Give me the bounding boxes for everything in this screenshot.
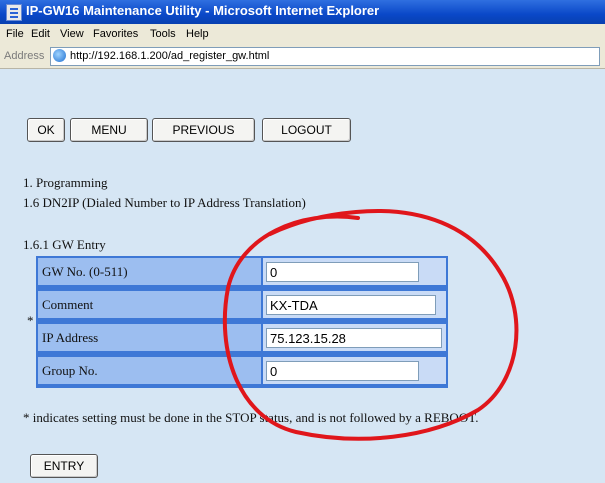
menu-favorites[interactable]: Favorites — [93, 28, 138, 40]
page-content: OK MENU PREVIOUS LOGOUT 1. Programming 1… — [0, 69, 605, 483]
table-row: GW No. (0-511) — [36, 256, 448, 287]
menu-file[interactable]: File — [6, 28, 24, 40]
gw-entry-table: GW No. (0-511) Comment IP Address Group … — [36, 256, 448, 388]
menu-bar: File Edit View Favorites Tools Help — [0, 24, 605, 46]
window-title: IP-GW16 Maintenance Utility - Microsoft … — [26, 3, 380, 18]
entry-button[interactable]: ENTRY — [30, 454, 98, 478]
gw-no-label: GW No. (0-511) — [38, 258, 261, 285]
section-title: 1.6.1 GW Entry — [23, 237, 106, 252]
stop-status-note: * indicates setting must be done in the … — [23, 410, 479, 425]
address-url[interactable]: http://192.168.1.200/ad_register_gw.html — [70, 50, 269, 62]
menu-view[interactable]: View — [60, 28, 84, 40]
ip-address-field[interactable] — [266, 328, 442, 348]
comment-label: Comment — [38, 291, 261, 318]
menu-edit[interactable]: Edit — [31, 28, 50, 40]
previous-button[interactable]: PREVIOUS — [152, 118, 255, 142]
address-input[interactable]: http://192.168.1.200/ad_register_gw.html — [50, 47, 600, 66]
required-marker: * — [27, 313, 34, 328]
group-no-label: Group No. — [38, 357, 261, 384]
gw-no-field[interactable] — [266, 262, 419, 282]
table-row: IP Address — [36, 322, 448, 353]
address-bar: Address http://192.168.1.200/ad_register… — [0, 45, 605, 69]
page-globe-icon — [53, 49, 66, 62]
menu-help[interactable]: Help — [186, 28, 209, 40]
group-no-field[interactable] — [266, 361, 419, 381]
menu-tools[interactable]: Tools — [150, 28, 176, 40]
ie-page-icon — [6, 4, 22, 21]
ip-address-label: IP Address — [38, 324, 261, 351]
breadcrumb-dn2ip: 1.6 DN2IP (Dialed Number to IP Address T… — [23, 195, 306, 210]
window-titlebar: IP-GW16 Maintenance Utility - Microsoft … — [0, 0, 605, 24]
menu-button[interactable]: MENU — [70, 118, 148, 142]
logout-button[interactable]: LOGOUT — [262, 118, 351, 142]
comment-field[interactable] — [266, 295, 436, 315]
table-row: Comment — [36, 289, 448, 320]
table-row: Group No. — [36, 355, 448, 386]
breadcrumb-programming: 1. Programming — [23, 175, 108, 190]
ok-button[interactable]: OK — [27, 118, 65, 142]
address-label: Address — [4, 50, 45, 62]
